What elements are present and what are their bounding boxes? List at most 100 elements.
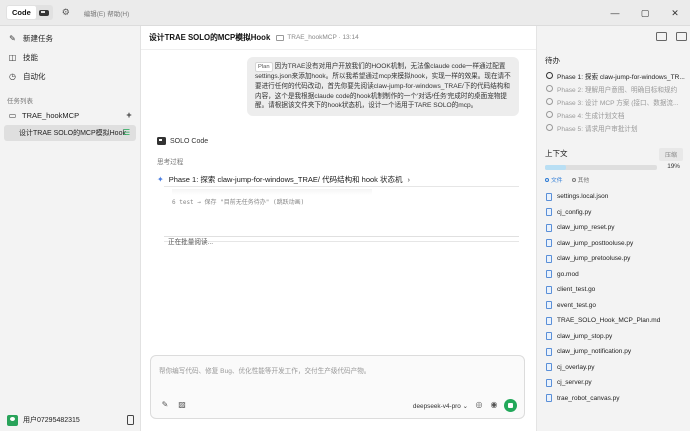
todo-item[interactable]: Phase 1: 探索 claw-jump-for-windows_TR...: [537, 69, 687, 82]
list-icon[interactable]: ☰: [123, 128, 132, 137]
file-icon: [546, 316, 552, 325]
code-fade: [172, 189, 372, 195]
page-title: 设计TRAE SOLO的MCP模拟Hook: [149, 33, 271, 42]
file-icon: [546, 239, 552, 248]
compress-button[interactable]: 压缩: [658, 148, 683, 161]
edit-icon[interactable]: ✎: [160, 400, 170, 410]
todo-title: 待办: [545, 56, 560, 65]
file-name: client_test.go: [557, 286, 596, 294]
file-icon: [546, 394, 552, 403]
maximize-button[interactable]: ▢: [630, 0, 660, 26]
file-item[interactable]: cj_overlay.py: [537, 360, 690, 376]
phase-title: Phase 1: 探索 claw-jump-for-windows_TRAE/ …: [168, 175, 403, 184]
send-button[interactable]: [504, 399, 517, 412]
tab-other[interactable]: 其他: [571, 175, 589, 184]
file-icon: [546, 285, 552, 294]
file-item[interactable]: TRAE_SOLO_Hook_MCP_Plan.md: [537, 313, 690, 329]
automation-label: 自动化: [23, 72, 46, 81]
todo-label: Phase 4: 生成计划文档: [557, 112, 625, 120]
file-icon: [546, 301, 552, 310]
file-name: trae_robot_canvas.py: [557, 394, 620, 402]
file-item[interactable]: cj_config.py: [537, 205, 690, 221]
file-icon: [546, 254, 552, 263]
right-panel: 待办 Phase 1: 探索 claw-jump-for-windows_TR.…: [536, 26, 690, 431]
model-select[interactable]: deepseek-v4-pro ⌄: [413, 402, 468, 410]
close-button[interactable]: ✕: [660, 0, 690, 26]
file-item[interactable]: event_test.go: [537, 298, 690, 314]
chevron-right-icon: ›: [407, 175, 411, 184]
radio-icon: [546, 111, 553, 118]
todo-item[interactable]: Phase 3: 设计 MCP 方案 (接口、数据流...: [537, 95, 687, 108]
skills-label: 技能: [23, 53, 38, 62]
image-icon[interactable]: ▨: [177, 400, 187, 410]
file-name: claw_jump_notification.py: [557, 348, 632, 356]
plan-tag: Plan: [255, 62, 273, 72]
solo-icon: [157, 137, 166, 145]
file-list: settings.local.json cj_config.py claw_jump…: [537, 189, 690, 406]
folder-icon: [276, 34, 285, 41]
todo-item[interactable]: Phase 5: 请求用户审批计划: [537, 121, 687, 134]
file-icon: [546, 332, 552, 341]
file-item[interactable]: claw_jump_reset.py: [537, 220, 690, 236]
assistant-label: SOLO Code: [157, 137, 208, 145]
file-name: TRAE_SOLO_Hook_MCP_Plan.md: [557, 317, 661, 325]
panel-toggle-icon[interactable]: [656, 32, 667, 41]
tab-files[interactable]: 文件: [545, 175, 563, 184]
file-name: claw_jump_reset.py: [557, 224, 615, 232]
progress-fill: [545, 165, 567, 170]
file-icon: [546, 347, 552, 356]
todo-item[interactable]: Phase 2: 理解用户意图、明确目标和规约: [537, 82, 687, 95]
phone-icon[interactable]: [127, 415, 134, 425]
mention-icon[interactable]: ◎: [474, 400, 484, 410]
new-task-item[interactable]: ✎ 新建任务: [0, 29, 140, 48]
assistant-name: SOLO Code: [170, 137, 209, 145]
file-icon: [546, 270, 552, 279]
mode-solo-icon[interactable]: [36, 7, 52, 18]
title-bar: Code ⚙ 编辑(E) 帮助(H) — ▢ ✕: [0, 0, 690, 26]
file-item[interactable]: claw_jump_posttooluse.py: [537, 236, 690, 252]
progress-track: [545, 165, 657, 170]
file-name: go.mod: [557, 270, 579, 278]
mode-code-button[interactable]: Code: [7, 6, 36, 19]
skills-item[interactable]: ◫ 技能: [0, 48, 140, 67]
file-item[interactable]: cj_server.py: [537, 375, 690, 391]
mic-icon[interactable]: ◉: [489, 400, 499, 410]
mode-switch[interactable]: Code: [6, 5, 53, 20]
code-preview: 6 test → 保存 "目前无任务待办" (跳跃动画): [164, 186, 519, 242]
settings-icon[interactable]: ⚙: [60, 7, 72, 19]
file-item[interactable]: settings.local.json: [537, 189, 690, 205]
file-item[interactable]: claw_jump_notification.py: [537, 344, 690, 360]
file-name: claw_jump_posttooluse.py: [557, 239, 634, 247]
automation-item[interactable]: ◷ 自动化: [0, 67, 140, 86]
radio-icon: [546, 98, 553, 105]
context-title: 上下文: [545, 149, 568, 158]
sparkle-icon: ✦: [157, 175, 164, 184]
radio-icon: [546, 124, 553, 131]
file-item[interactable]: client_test.go: [537, 282, 690, 298]
file-item[interactable]: claw_jump_pretooluse.py: [537, 251, 690, 267]
radio-icon: [546, 85, 553, 92]
file-name: claw_jump_stop.py: [557, 332, 613, 340]
composer-placeholder[interactable]: 帮你编写代码、修复 Bug、优化性能等开发工作，交付生产级代码产物。: [159, 365, 370, 375]
chat-subtitle: TRAE_hookMCP · 13:14: [276, 34, 359, 41]
file-item[interactable]: go.mod: [537, 267, 690, 283]
task-item-active[interactable]: 设计TRAE SOLO的MCP模拟Hook ☰: [4, 125, 136, 141]
thinking-toggle[interactable]: 思考过程: [157, 156, 183, 166]
new-task-label: 新建任务: [23, 34, 53, 43]
file-item[interactable]: claw_jump_stop.py: [537, 329, 690, 345]
message-composer[interactable]: 帮你编写代码、修复 Bug、优化性能等开发工作，交付生产级代码产物。 ✎ ▨ d…: [150, 355, 525, 419]
context-tabs: 文件 其他: [537, 174, 690, 185]
chat-header: 设计TRAE SOLO的MCP模拟Hook TRAE_hookMCP · 13:…: [141, 26, 536, 50]
project-item[interactable]: ▭ TRAE_hookMCP +: [0, 107, 140, 123]
todo-item[interactable]: Phase 4: 生成计划文档: [537, 108, 687, 121]
file-item[interactable]: trae_robot_canvas.py: [537, 391, 690, 407]
menu-bar[interactable]: 编辑(E) 帮助(H): [84, 8, 130, 18]
add-task-button[interactable]: +: [124, 110, 134, 120]
user-row[interactable]: 用户07295482315: [0, 409, 141, 431]
file-name: cj_config.py: [557, 208, 592, 216]
minimize-button[interactable]: —: [600, 0, 630, 26]
new-task-icon: ✎: [9, 34, 16, 43]
folder-icon: ▭: [8, 110, 17, 120]
phase-header[interactable]: ✦ Phase 1: 探索 claw-jump-for-windows_TRAE…: [157, 174, 410, 185]
layout-icon[interactable]: [676, 32, 687, 41]
